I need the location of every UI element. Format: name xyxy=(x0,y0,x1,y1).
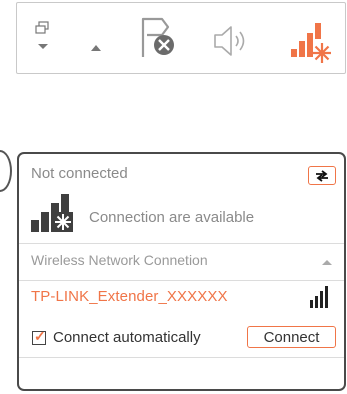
volume-icon[interactable] xyxy=(211,23,253,59)
action-center-flag-icon[interactable] xyxy=(140,15,178,59)
connection-status: Not connected xyxy=(31,165,128,182)
wifi-signal-icon[interactable] xyxy=(289,15,333,67)
refresh-arrows-icon xyxy=(316,169,328,182)
network-signal-icon xyxy=(31,194,73,232)
divider xyxy=(19,280,344,281)
show-desktop-icon[interactable] xyxy=(35,21,51,55)
section-header: Wireless Network Connetion xyxy=(31,252,208,268)
collapse-icon[interactable] xyxy=(321,258,333,266)
signal-strength-icon xyxy=(310,286,328,308)
chevron-up-icon[interactable] xyxy=(89,43,103,53)
divider xyxy=(19,357,344,358)
auto-connect-checkbox[interactable]: ✓ xyxy=(32,328,46,345)
availability-text: Connection are available xyxy=(89,209,255,226)
connect-button[interactable]: Connect xyxy=(247,326,336,348)
divider xyxy=(19,243,344,244)
checkmark-icon: ✓ xyxy=(34,328,46,344)
network-ssid[interactable]: TP-LINK_Extender_XXXXXX xyxy=(31,288,228,305)
refresh-button[interactable] xyxy=(308,166,336,185)
auto-connect-label: Connect automatically xyxy=(53,329,201,346)
popup-pointer xyxy=(0,150,12,192)
system-tray xyxy=(16,2,346,74)
network-flyout: Not connected Connection are available W… xyxy=(17,152,346,391)
